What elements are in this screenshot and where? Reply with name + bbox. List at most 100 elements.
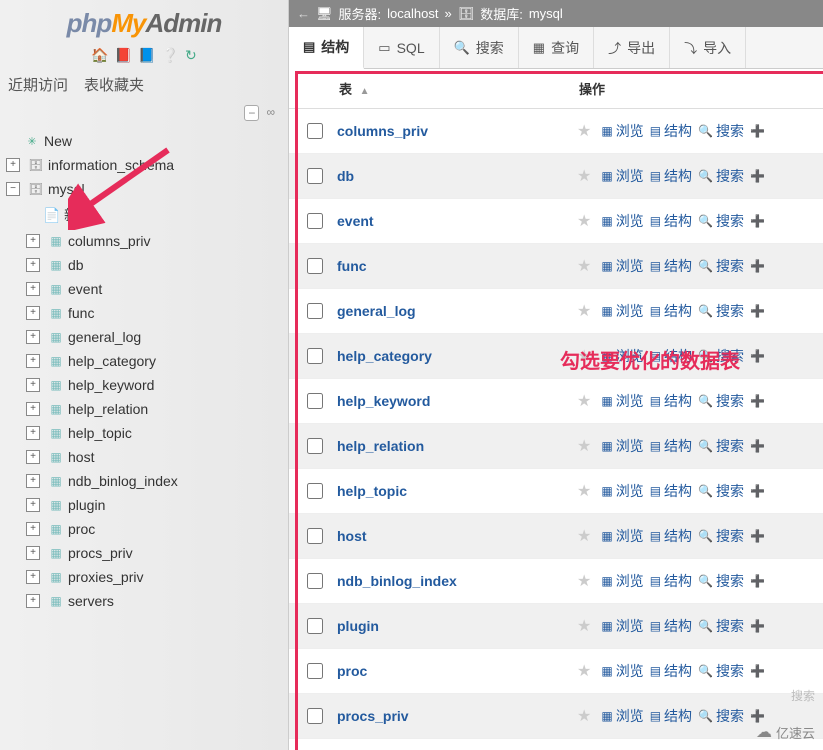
browse-link[interactable]: ▦浏览 [601,706,643,726]
expand-icon[interactable]: + [26,354,40,368]
more-link[interactable]: ➕ [750,124,765,138]
row-checkbox[interactable] [307,438,323,454]
search-link[interactable]: 🔍搜索 [698,526,744,546]
more-link[interactable]: ➕ [750,664,765,678]
structure-link[interactable]: ▤结构 [650,436,692,456]
expand-icon[interactable]: + [26,402,40,416]
search-link[interactable]: 🔍搜索 [698,211,744,231]
favorite-icon[interactable]: ★ [577,661,591,681]
structure-link[interactable]: ▤结构 [650,301,692,321]
structure-link[interactable]: ▤结构 [650,661,692,681]
browse-link[interactable]: ▦浏览 [601,301,643,321]
tree-table[interactable]: +columns_priv [20,229,288,253]
tree-table[interactable]: +plugin [20,493,288,517]
table-name-link[interactable]: plugin [337,618,577,634]
col-name-label[interactable]: 表 [339,82,352,97]
tree-table[interactable]: +servers [20,589,288,613]
expand-icon[interactable]: + [26,330,40,344]
tree-table[interactable]: +host [20,445,288,469]
structure-link[interactable]: ▤结构 [650,256,692,276]
table-name-link[interactable]: ndb_binlog_index [337,573,577,589]
tree-table[interactable]: +procs_priv [20,541,288,565]
more-link[interactable]: ➕ [750,439,765,453]
structure-link[interactable]: ▤结构 [650,211,692,231]
more-link[interactable]: ➕ [750,169,765,183]
row-checkbox[interactable] [307,213,323,229]
favorite-icon[interactable]: ★ [577,346,591,366]
more-link[interactable]: ➕ [750,349,765,363]
tree-table[interactable]: +help_relation [20,397,288,421]
collapse-icon[interactable]: − [6,182,20,196]
tab-导入[interactable]: ⤵导入 [670,27,746,68]
tab-SQL[interactable]: ▭SQL [364,27,439,68]
search-link[interactable]: 🔍搜索 [698,391,744,411]
more-link[interactable]: ➕ [750,484,765,498]
table-name-link[interactable]: columns_priv [337,123,577,139]
table-name-link[interactable]: proc [337,663,577,679]
search-link[interactable]: 🔍搜索 [698,616,744,636]
more-link[interactable]: ➕ [750,529,765,543]
tab-recent[interactable]: 近期访问 [8,74,68,95]
search-link[interactable]: 🔍搜索 [698,661,744,681]
table-name-link[interactable]: help_keyword [337,393,577,409]
browse-link[interactable]: ▦浏览 [601,121,643,141]
favorite-icon[interactable]: ★ [577,256,591,276]
favorite-icon[interactable]: ★ [577,121,591,141]
tree-table[interactable]: +func [20,301,288,325]
more-link[interactable]: ➕ [750,394,765,408]
structure-link[interactable]: ▤结构 [650,616,692,636]
table-name-link[interactable]: event [337,213,577,229]
structure-link[interactable]: ▤结构 [650,481,692,501]
browse-link[interactable]: ▦浏览 [601,616,643,636]
tree-new-table[interactable]: 📄新建 [20,201,288,229]
search-link[interactable]: 🔍搜索 [698,571,744,591]
favorite-icon[interactable]: ★ [577,166,591,186]
expand-icon[interactable]: + [26,426,40,440]
tab-favorites[interactable]: 表收藏夹 [84,74,144,95]
tree-db-info-schema[interactable]: +information_schema [0,153,288,177]
structure-link[interactable]: ▤结构 [650,346,692,366]
row-checkbox[interactable] [307,258,323,274]
table-name-link[interactable]: help_topic [337,483,577,499]
expand-icon[interactable]: + [26,546,40,560]
search-link[interactable]: 🔍搜索 [698,166,744,186]
row-checkbox[interactable] [307,348,323,364]
table-name-link[interactable]: help_category [337,348,577,364]
tree-table[interactable]: +proxies_priv [20,565,288,589]
tree-table[interactable]: +help_keyword [20,373,288,397]
search-link[interactable]: 🔍搜索 [698,256,744,276]
docs-icon[interactable]: ❔ [162,47,179,64]
browse-link[interactable]: ▦浏览 [601,346,643,366]
browse-link[interactable]: ▦浏览 [601,661,643,681]
tree-new[interactable]: New [0,129,288,153]
more-link[interactable]: ➕ [750,259,765,273]
structure-link[interactable]: ▤结构 [650,121,692,141]
row-checkbox[interactable] [307,663,323,679]
favorite-icon[interactable]: ★ [577,616,591,636]
more-link[interactable]: ➕ [750,619,765,633]
more-link[interactable]: ➕ [750,709,765,723]
row-checkbox[interactable] [307,618,323,634]
tree-table[interactable]: +ndb_binlog_index [20,469,288,493]
browse-link[interactable]: ▦浏览 [601,256,643,276]
table-name-link[interactable]: procs_priv [337,708,577,724]
structure-link[interactable]: ▤结构 [650,526,692,546]
tree-db-mysql[interactable]: −mysql [0,177,288,201]
expand-icon[interactable]: + [26,450,40,464]
more-link[interactable]: ➕ [750,214,765,228]
row-checkbox[interactable] [307,303,323,319]
structure-link[interactable]: ▤结构 [650,166,692,186]
collapse-tree-icon[interactable]: − [244,105,259,121]
more-link[interactable]: ➕ [750,304,765,318]
search-link[interactable]: 🔍搜索 [698,706,744,726]
table-name-link[interactable]: help_relation [337,438,577,454]
link-icon[interactable]: ∞ [263,105,278,121]
expand-icon[interactable]: + [26,234,40,248]
structure-link[interactable]: ▤结构 [650,571,692,591]
server-link[interactable]: localhost [387,6,438,21]
browse-link[interactable]: ▦浏览 [601,571,643,591]
expand-icon[interactable]: + [26,258,40,272]
row-checkbox[interactable] [307,123,323,139]
browse-link[interactable]: ▦浏览 [601,391,643,411]
favorite-icon[interactable]: ★ [577,706,591,726]
